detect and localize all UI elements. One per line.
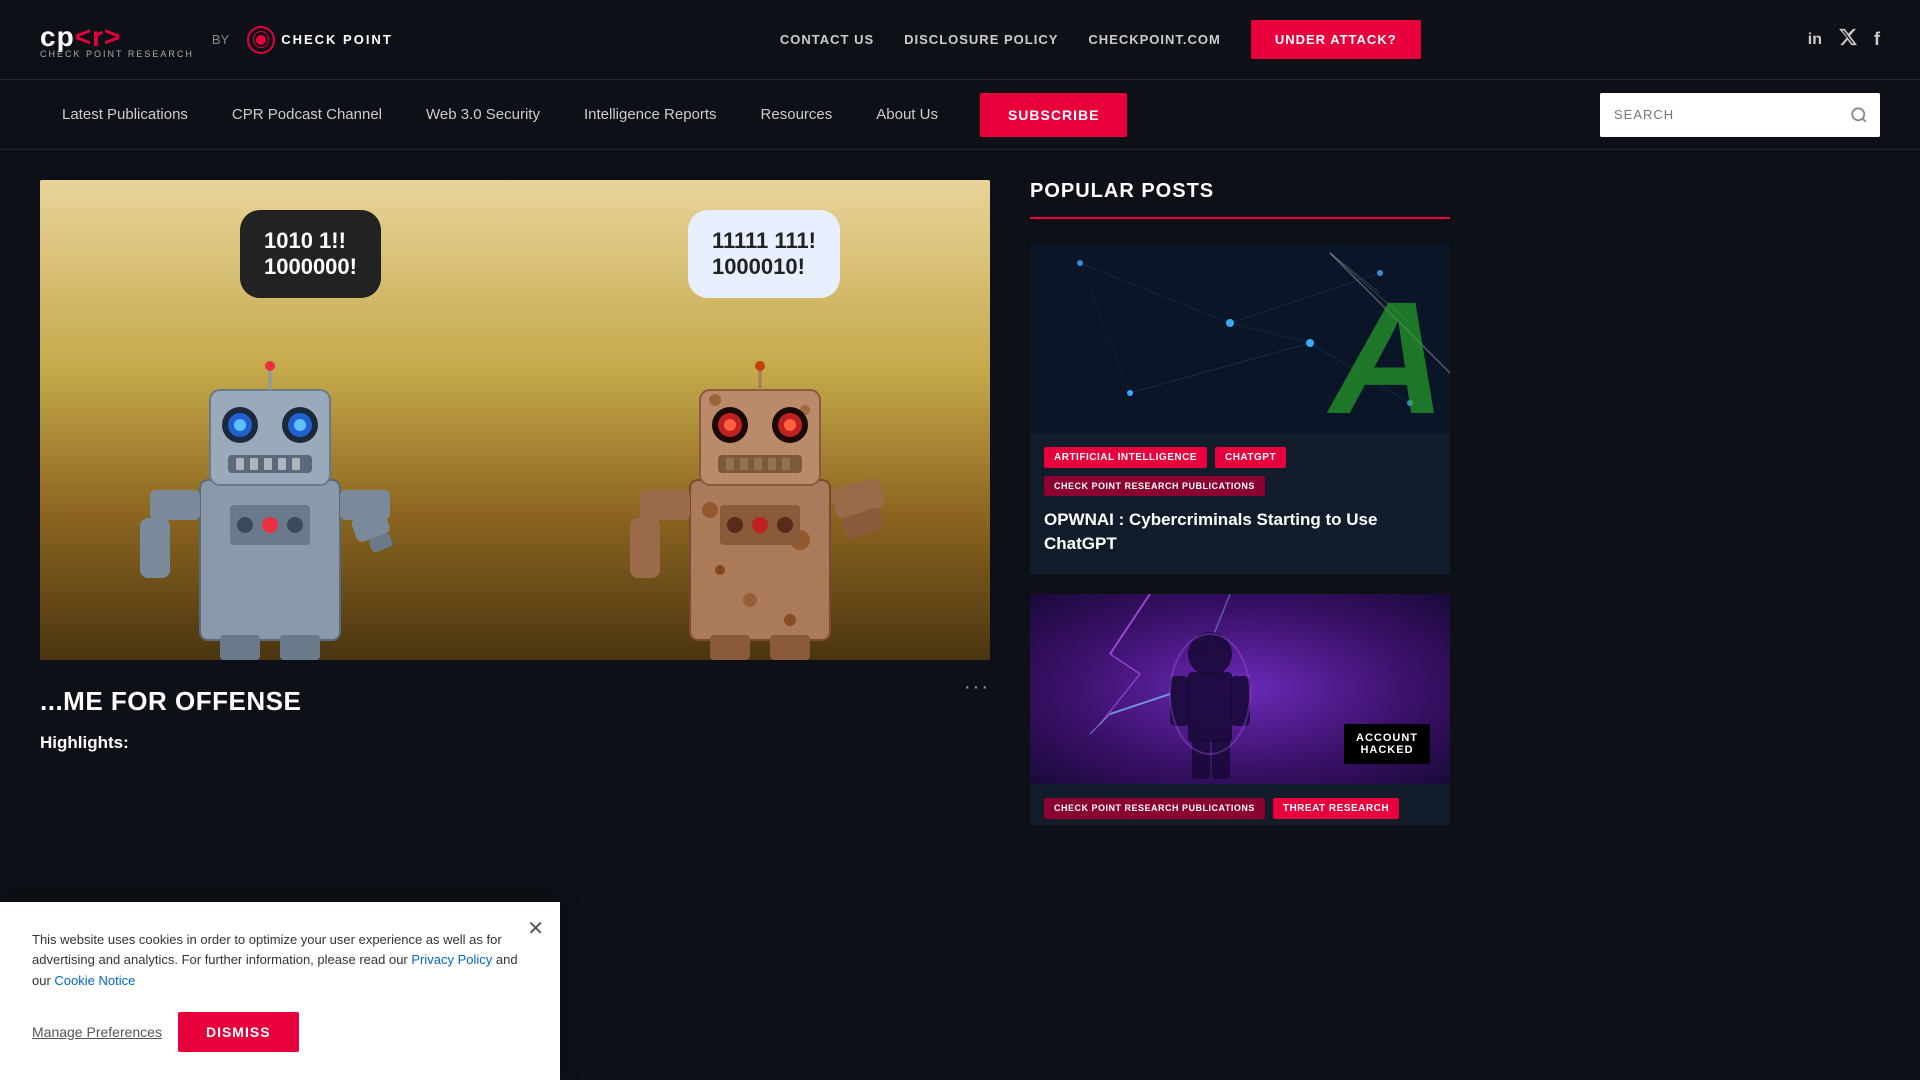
search-button[interactable] (1838, 93, 1880, 137)
popular-posts-title: POPULAR POSTS (1030, 180, 1450, 219)
nav-latest-publications[interactable]: Latest Publications (40, 80, 210, 150)
nav-intelligence-reports[interactable]: Intelligence Reports (562, 80, 739, 150)
post-card-2[interactable]: ACCOUNTHACKED CHECK POINT RESEARCH PUBLI… (1030, 594, 1450, 825)
logo-area: cp<r> CHECK POINT RESEARCH BY CHECK POIN… (40, 21, 393, 59)
social-icons: in f (1808, 27, 1880, 52)
logo-subtitle: CHECK POINT RESEARCH (40, 49, 194, 59)
post-card-1-image: A (1030, 243, 1450, 433)
highlights-label: Highlights: (40, 733, 990, 753)
account-hacked-badge: ACCOUNTHACKED (1344, 724, 1430, 764)
cookie-close-button[interactable]: ✕ (527, 916, 544, 941)
cookie-notice-link[interactable]: Cookie Notice (54, 973, 135, 988)
nav-web3-security[interactable]: Web 3.0 Security (404, 80, 562, 150)
nav-cpr-podcast[interactable]: CPR Podcast Channel (210, 80, 404, 150)
privacy-policy-link[interactable]: Privacy Policy (411, 952, 492, 967)
main-nav: Latest Publications CPR Podcast Channel … (0, 80, 1920, 150)
manage-preferences-button[interactable]: Manage Preferences (32, 1024, 162, 1040)
cpr-logo[interactable]: cp<r> CHECK POINT RESEARCH (40, 21, 194, 59)
right-column: POPULAR POSTS (1030, 180, 1450, 845)
tag-cpr-pubs-1[interactable]: CHECK POINT RESEARCH PUBLICATIONS (1044, 476, 1265, 496)
checkpoint-logo[interactable]: CHECK POINT (247, 26, 393, 54)
post-card-1-title[interactable]: OPWNAI : Cybercriminals Starting to Use … (1030, 502, 1450, 574)
checkpoint-globe-icon (247, 26, 275, 54)
svg-text:A: A (1326, 268, 1446, 433)
tag-threat-research[interactable]: THREAT RESEARCH (1273, 798, 1399, 819)
twitter-icon[interactable] (1838, 27, 1858, 52)
tag-ai[interactable]: ARTIFICIAL INTELLIGENCE (1044, 447, 1207, 468)
cookie-banner: ✕ This website uses cookies in order to … (0, 902, 560, 1080)
facebook-icon[interactable]: f (1874, 29, 1880, 50)
tag-cpr-pubs-2[interactable]: CHECK POINT RESEARCH PUBLICATIONS (1044, 798, 1265, 819)
under-attack-button[interactable]: UNDER ATTACK? (1251, 20, 1421, 59)
left-column: 1010 1!! 1000000! 11111 111! 1000010! (40, 180, 990, 845)
search-box (1600, 93, 1880, 137)
checkpoint-com-link[interactable]: CHECKPOINT.COM (1088, 32, 1220, 47)
speech-bubble-right: 11111 111! 1000010! (688, 210, 840, 298)
cookie-text: This website uses cookies in order to op… (32, 930, 528, 992)
speech-bubble-left: 1010 1!! 1000000! (240, 210, 381, 298)
cookie-buttons: Manage Preferences DISMISS (32, 1012, 528, 1052)
robot-left (140, 320, 420, 660)
article-footer: ··· ...ME FOR OFFENSE (40, 660, 990, 733)
hero-image: 1010 1!! 1000000! 11111 111! 1000010! (40, 180, 990, 660)
post-card-2-image: ACCOUNTHACKED (1030, 594, 1450, 784)
search-input[interactable] (1600, 93, 1838, 137)
contact-us-link[interactable]: CONTACT US (780, 32, 874, 47)
post-card-1-tags: ARTIFICIAL INTELLIGENCE CHATGPT CHECK PO… (1030, 433, 1450, 502)
tag-chatgpt[interactable]: CHATGPT (1215, 447, 1286, 468)
more-options-button[interactable]: ··· (964, 676, 990, 699)
disclosure-policy-link[interactable]: DISCLOSURE POLICY (904, 32, 1058, 47)
subscribe-button[interactable]: SUBSCRIBE (980, 93, 1127, 137)
main-content: 1010 1!! 1000000! 11111 111! 1000010! (0, 150, 1920, 875)
post-card-1[interactable]: A ARTIFICIAL INTELLIGENCE CHATGPT CHECK … (1030, 243, 1450, 574)
robot-right (630, 320, 910, 660)
article-title: ...ME FOR OFFENSE (40, 686, 990, 717)
post-card-2-tags: CHECK POINT RESEARCH PUBLICATIONS THREAT… (1030, 784, 1450, 825)
dismiss-button[interactable]: DISMISS (178, 1012, 299, 1052)
header-top: cp<r> CHECK POINT RESEARCH BY CHECK POIN… (0, 0, 1920, 80)
nav-about-us[interactable]: About Us (854, 80, 960, 150)
by-label: BY (212, 32, 229, 47)
linkedin-icon[interactable]: in (1808, 31, 1822, 49)
nav-resources[interactable]: Resources (739, 80, 855, 150)
checkpoint-name: CHECK POINT (281, 32, 393, 47)
header-nav: CONTACT US DISCLOSURE POLICY CHECKPOINT.… (780, 20, 1421, 59)
